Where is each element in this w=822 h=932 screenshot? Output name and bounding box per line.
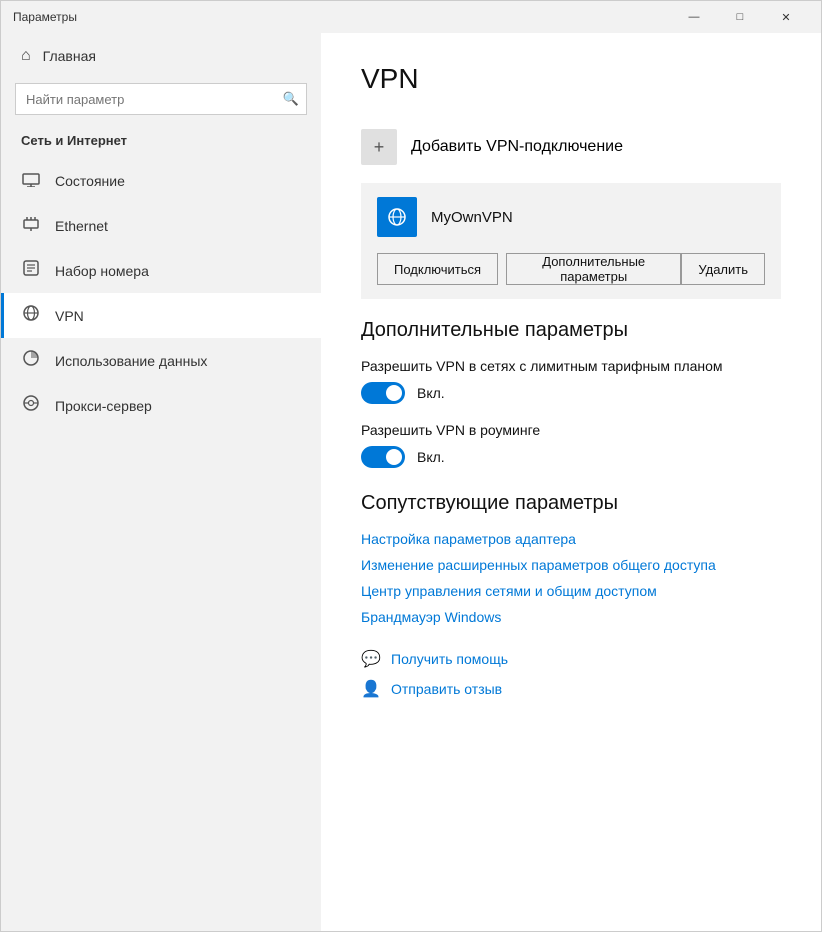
link-sharing-settings[interactable]: Изменение расширенных параметров общего … bbox=[361, 557, 781, 573]
vpn-connection-name: MyOwnVPN bbox=[431, 209, 513, 226]
advanced-settings-title: Дополнительные параметры bbox=[361, 319, 781, 342]
setting2-label: Разрешить VPN в роуминге bbox=[361, 422, 781, 438]
advanced-button[interactable]: Дополнительные параметры bbox=[506, 253, 681, 285]
vpn-connection-box: MyOwnVPN Подключиться Дополнительные пар… bbox=[361, 183, 781, 299]
data-usage-icon bbox=[21, 349, 41, 372]
main-content: VPN + Добавить VPN-подключение MyOw bbox=[321, 33, 821, 931]
home-icon: ⌂ bbox=[21, 47, 31, 65]
add-icon: + bbox=[361, 129, 397, 165]
help-icon: 💬 bbox=[361, 649, 381, 669]
add-vpn-button[interactable]: + Добавить VPN-подключение bbox=[361, 119, 781, 175]
sidebar-item-status[interactable]: Состояние bbox=[1, 158, 321, 203]
vpn-connection-header: MyOwnVPN bbox=[377, 197, 765, 237]
titlebar: Параметры — □ ✕ bbox=[1, 1, 821, 33]
sidebar-item-vpn[interactable]: VPN bbox=[1, 293, 321, 338]
toggle1[interactable] bbox=[361, 382, 405, 404]
search-box: 🔍 bbox=[15, 83, 307, 115]
maximize-button[interactable]: □ bbox=[717, 1, 763, 33]
minimize-button[interactable]: — bbox=[671, 1, 717, 33]
close-button[interactable]: ✕ bbox=[763, 1, 809, 33]
link-adapter-settings[interactable]: Настройка параметров адаптера bbox=[361, 531, 781, 547]
proxy-icon bbox=[21, 394, 41, 417]
sidebar-item-dialup-label: Набор номера bbox=[55, 263, 149, 279]
window: Параметры — □ ✕ ⌂ Главная 🔍 Сеть и Интер… bbox=[0, 0, 822, 932]
toggle1-thumb bbox=[386, 385, 402, 401]
sidebar-item-data-usage-label: Использование данных bbox=[55, 353, 207, 369]
sidebar-item-ethernet[interactable]: Ethernet bbox=[1, 203, 321, 248]
status-icon bbox=[21, 169, 41, 192]
link-network-center[interactable]: Центр управления сетями и общим доступом bbox=[361, 583, 781, 599]
toggle1-track bbox=[361, 382, 405, 404]
vpn-nav-icon bbox=[21, 304, 41, 327]
toggle2-track bbox=[361, 446, 405, 468]
feedback-link[interactable]: Отправить отзыв bbox=[391, 681, 502, 697]
sidebar-item-vpn-label: VPN bbox=[55, 308, 84, 324]
search-icon: 🔍 bbox=[283, 91, 299, 107]
help-link[interactable]: Получить помощь bbox=[391, 651, 508, 667]
companion-settings-title: Сопутствующие параметры bbox=[361, 492, 781, 515]
sidebar-item-home[interactable]: ⌂ Главная bbox=[1, 33, 321, 79]
home-label: Главная bbox=[43, 48, 96, 64]
ethernet-icon bbox=[21, 214, 41, 237]
sidebar-item-ethernet-label: Ethernet bbox=[55, 218, 108, 234]
feedback-icon: 👤 bbox=[361, 679, 381, 699]
toggle2-thumb bbox=[386, 449, 402, 465]
vpn-primary-buttons: Подключиться Дополнительные параметры bbox=[377, 253, 681, 285]
companion-settings: Сопутствующие параметры Настройка параме… bbox=[361, 492, 781, 625]
sidebar-item-dialup[interactable]: Набор номера bbox=[1, 248, 321, 293]
sidebar: ⌂ Главная 🔍 Сеть и Интернет С bbox=[1, 33, 321, 931]
sidebar-item-proxy-label: Прокси-сервер bbox=[55, 398, 152, 414]
vpn-buttons-row: Подключиться Дополнительные параметры Уд… bbox=[377, 253, 765, 285]
toggle1-row: Вкл. bbox=[361, 382, 781, 404]
dialup-icon bbox=[21, 259, 41, 282]
setting1-label: Разрешить VPN в сетях с лимитным тарифны… bbox=[361, 358, 781, 374]
help-item: 💬 Получить помощь bbox=[361, 649, 781, 669]
toggle1-text: Вкл. bbox=[417, 385, 445, 401]
sidebar-section-title: Сеть и Интернет bbox=[1, 127, 321, 158]
link-firewall[interactable]: Брандмауэр Windows bbox=[361, 609, 781, 625]
sidebar-item-data-usage[interactable]: Использование данных bbox=[1, 338, 321, 383]
titlebar-controls: — □ ✕ bbox=[671, 1, 809, 33]
add-vpn-label: Добавить VPN-подключение bbox=[411, 138, 623, 156]
page-title: VPN bbox=[361, 63, 781, 95]
feedback-item: 👤 Отправить отзыв bbox=[361, 679, 781, 699]
connect-button[interactable]: Подключиться bbox=[377, 253, 498, 285]
sidebar-item-status-label: Состояние bbox=[55, 173, 125, 189]
delete-button[interactable]: Удалить bbox=[681, 253, 765, 285]
content-area: ⌂ Главная 🔍 Сеть и Интернет С bbox=[1, 33, 821, 931]
window-title: Параметры bbox=[13, 10, 77, 24]
help-section: 💬 Получить помощь 👤 Отправить отзыв bbox=[361, 649, 781, 699]
sidebar-item-proxy[interactable]: Прокси-сервер bbox=[1, 383, 321, 428]
vpn-icon-box bbox=[377, 197, 417, 237]
search-input[interactable] bbox=[15, 83, 307, 115]
toggle2[interactable] bbox=[361, 446, 405, 468]
toggle2-text: Вкл. bbox=[417, 449, 445, 465]
toggle2-row: Вкл. bbox=[361, 446, 781, 468]
